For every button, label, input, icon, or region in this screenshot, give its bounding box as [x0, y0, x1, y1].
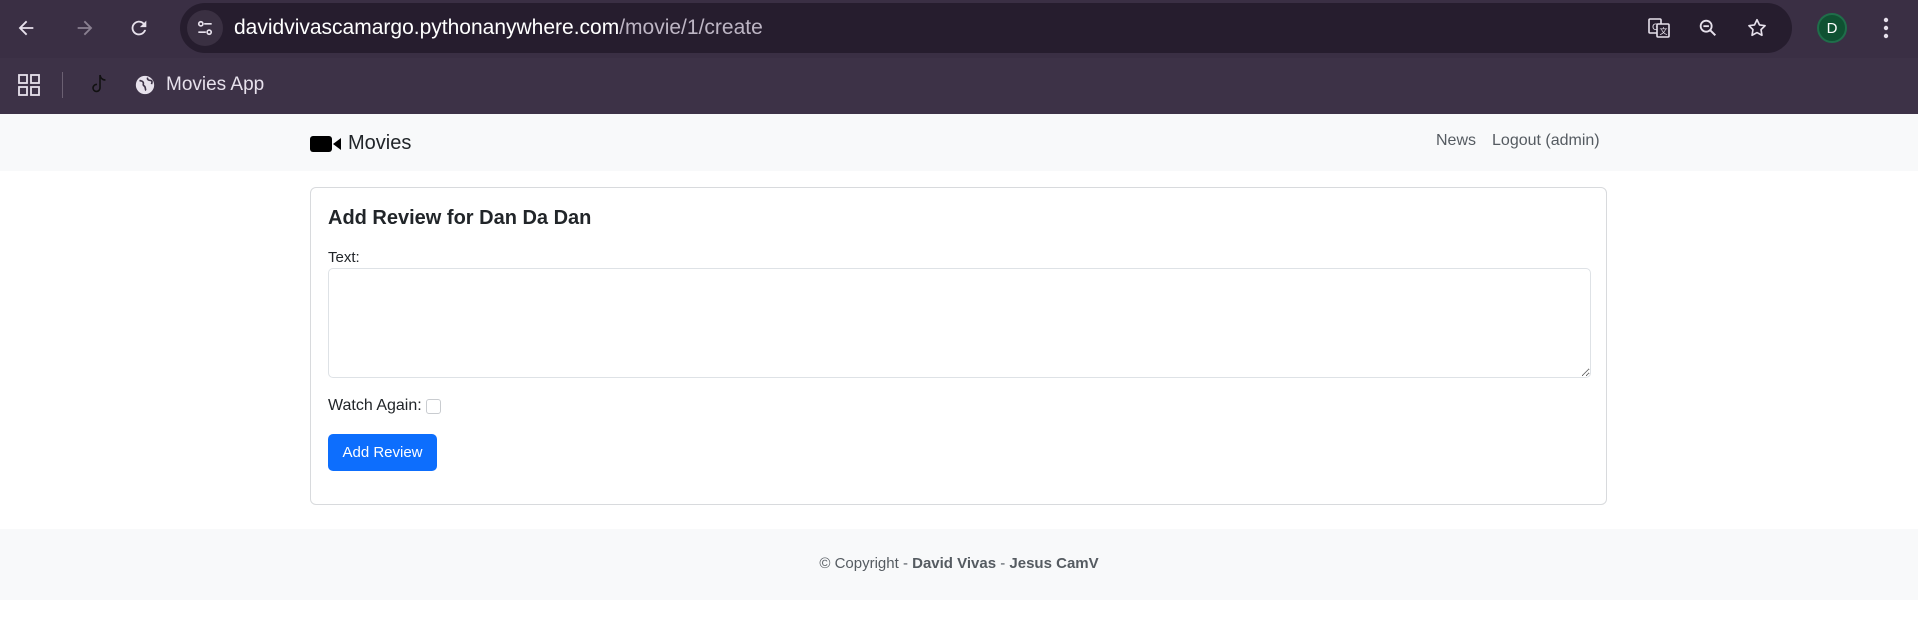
bookmark-separator	[62, 72, 63, 98]
watch-again-label: Watch Again:	[328, 397, 422, 414]
nav-links: News Logout (admin)	[1436, 132, 1600, 150]
add-review-button[interactable]: Add Review	[328, 434, 437, 471]
site-navbar: Movies News Logout (admin)	[0, 114, 1918, 171]
watch-again-row: Watch Again:	[328, 397, 441, 415]
bookmarks-bar	[0, 58, 1918, 114]
copyright-prefix: © Copyright -	[819, 555, 913, 572]
back-arrow-icon[interactable]	[8, 10, 44, 46]
text-label: Text:	[328, 249, 360, 266]
url-domain: davidvivascamargo.pythonanywhere.com	[234, 16, 620, 39]
globe-icon	[135, 75, 155, 95]
apps-grid-icon[interactable]	[14, 70, 44, 100]
video-camera-icon	[310, 135, 341, 152]
star-icon[interactable]	[1741, 12, 1773, 44]
review-form-card: Add Review for Dan Da Dan Text: Watch Ag…	[310, 187, 1607, 505]
profile-avatar[interactable]: D	[1817, 13, 1847, 43]
kebab-menu-icon[interactable]	[1870, 12, 1902, 44]
author-name-2: Jesus CamV	[1009, 555, 1099, 572]
review-text-input[interactable]	[328, 268, 1591, 378]
url-text[interactable]: davidvivascamargo.pythonanywhere.com/mov…	[234, 17, 763, 39]
translate-icon[interactable]: G 文	[1643, 12, 1675, 44]
site-info-icon[interactable]	[187, 10, 223, 46]
bookmark-label: Movies App	[166, 74, 265, 95]
browser-toolbar: davidvivascamargo.pythonanywhere.com/mov…	[0, 0, 1918, 58]
reload-icon[interactable]	[121, 10, 157, 46]
author-separator: -	[996, 555, 1010, 572]
address-bar[interactable]: davidvivascamargo.pythonanywhere.com/mov…	[180, 3, 1792, 53]
svg-text:文: 文	[1660, 26, 1668, 36]
nav-link-news[interactable]: News	[1436, 132, 1476, 150]
form-title: Add Review for Dan Da Dan	[328, 207, 592, 229]
author-name-1: David Vivas	[912, 555, 997, 572]
site-footer: © Copyright - David Vivas - Jesus CamV	[0, 529, 1918, 600]
watch-again-checkbox[interactable]	[425, 398, 441, 414]
forward-arrow-icon[interactable]	[67, 10, 103, 46]
url-path: /movie/1/create	[619, 16, 763, 39]
brand-link[interactable]: Movies	[310, 132, 411, 155]
tiktok-icon[interactable]	[84, 70, 114, 100]
nav-link-logout[interactable]: Logout (admin)	[1492, 132, 1600, 150]
zoom-out-icon[interactable]	[1692, 12, 1724, 44]
brand-label: Movies	[348, 132, 412, 154]
copyright-text: © Copyright - David Vivas - Jesus CamV	[0, 555, 1918, 572]
bookmark-movies-app[interactable]: Movies App	[134, 70, 264, 100]
